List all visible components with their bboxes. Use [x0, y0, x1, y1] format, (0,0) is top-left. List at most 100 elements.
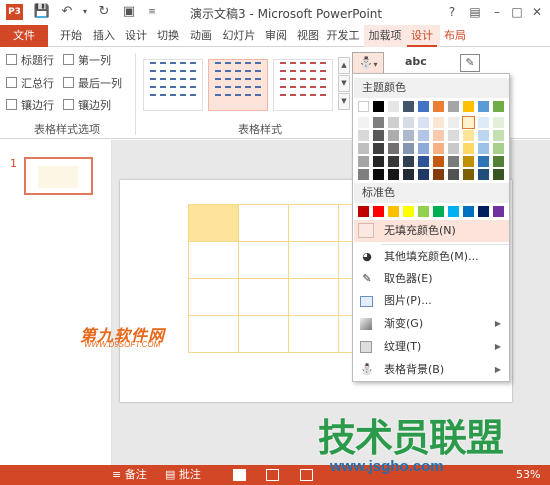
- theme-shade-swatch[interactable]: [478, 169, 489, 180]
- theme-shade-swatch[interactable]: [433, 169, 444, 180]
- table-cell[interactable]: [188, 241, 239, 279]
- picture-menu-item[interactable]: 图片(P)...: [354, 290, 509, 312]
- theme-shade-swatch[interactable]: [463, 169, 474, 180]
- theme-shade-swatch[interactable]: [493, 143, 504, 154]
- theme-shade-swatch[interactable]: [493, 169, 504, 180]
- table-cell[interactable]: [238, 278, 289, 316]
- tab-home[interactable]: 开始: [56, 25, 86, 47]
- theme-shade-swatch[interactable]: [433, 117, 444, 128]
- tab-insert[interactable]: 插入: [89, 25, 119, 47]
- tab-transitions[interactable]: 切换: [153, 25, 183, 47]
- theme-shade-swatch[interactable]: [463, 130, 474, 141]
- table-cell[interactable]: [288, 315, 339, 353]
- standard-color-swatch[interactable]: [373, 206, 384, 217]
- theme-shade-swatch[interactable]: [478, 156, 489, 167]
- theme-shade-swatch[interactable]: [358, 156, 369, 167]
- draw-table-icon[interactable]: ✎: [460, 54, 480, 72]
- theme-shade-swatch[interactable]: [373, 130, 384, 141]
- theme-shade-swatch[interactable]: [373, 143, 384, 154]
- theme-shade-swatch[interactable]: [418, 143, 429, 154]
- table-style-option[interactable]: [143, 59, 203, 111]
- theme-shade-swatch[interactable]: [448, 143, 459, 154]
- banded-columns-checkbox[interactable]: 镶边列: [63, 98, 111, 114]
- theme-color-swatch[interactable]: [478, 101, 489, 112]
- theme-shade-swatch[interactable]: [373, 117, 384, 128]
- slide-sorter-icon[interactable]: [266, 469, 279, 481]
- theme-shade-swatch[interactable]: [478, 130, 489, 141]
- table-background-menu-item[interactable]: ⛄ 表格背景(B) ▶: [354, 359, 509, 381]
- theme-color-swatch[interactable]: [433, 101, 444, 112]
- theme-shade-swatch[interactable]: [478, 143, 489, 154]
- theme-shade-swatch[interactable]: [403, 143, 414, 154]
- gradient-menu-item[interactable]: 渐变(G) ▶: [354, 313, 509, 335]
- tab-file[interactable]: 文件: [0, 25, 48, 47]
- tab-developer[interactable]: 开发工: [324, 25, 362, 47]
- help-icon[interactable]: ?: [443, 3, 461, 21]
- ribbon-display-icon[interactable]: ▤: [466, 3, 484, 21]
- standard-color-swatch[interactable]: [463, 206, 474, 217]
- theme-shade-swatch[interactable]: [433, 130, 444, 141]
- header-row-checkbox[interactable]: 标题行: [6, 53, 54, 69]
- standard-color-swatch[interactable]: [433, 206, 444, 217]
- tab-table-layout[interactable]: 布局: [440, 25, 470, 47]
- theme-shade-swatch[interactable]: [388, 169, 399, 180]
- shading-button[interactable]: ⛄▾: [352, 52, 384, 74]
- theme-shade-swatch[interactable]: [493, 156, 504, 167]
- standard-color-swatch[interactable]: [418, 206, 429, 217]
- theme-color-swatch[interactable]: [388, 101, 399, 112]
- standard-color-swatch[interactable]: [358, 206, 369, 217]
- gallery-scroll-up[interactable]: ▲: [338, 57, 350, 74]
- theme-color-swatch[interactable]: [373, 101, 384, 112]
- more-fill-colors-menu-item[interactable]: ◕ 其他填充颜色(M)...: [354, 246, 509, 268]
- redo-icon[interactable]: ↻: [95, 3, 113, 21]
- theme-shade-swatch[interactable]: [448, 130, 459, 141]
- tab-addins[interactable]: 加载项: [365, 25, 405, 47]
- gallery-scroll-down[interactable]: ▼: [338, 75, 350, 92]
- theme-shade-swatch[interactable]: [448, 117, 459, 128]
- theme-shade-swatch[interactable]: [493, 117, 504, 128]
- table-cell[interactable]: [188, 204, 239, 242]
- theme-color-swatch[interactable]: [418, 101, 429, 112]
- close-icon[interactable]: ✕: [528, 3, 546, 21]
- theme-shade-swatch[interactable]: [433, 156, 444, 167]
- comments-button[interactable]: ▤ 批注: [165, 465, 201, 485]
- theme-shade-swatch[interactable]: [478, 117, 489, 128]
- powerpoint-app-icon[interactable]: P3: [6, 4, 23, 20]
- tab-slideshow[interactable]: 幻灯片: [218, 25, 260, 47]
- table-cell[interactable]: [238, 204, 289, 242]
- table-cell[interactable]: [238, 315, 289, 353]
- undo-icon[interactable]: ↶: [58, 3, 76, 21]
- theme-shade-swatch[interactable]: [463, 143, 474, 154]
- notes-button[interactable]: ≡ 备注: [112, 465, 147, 485]
- no-fill-menu-item[interactable]: 无填充颜色(N): [354, 220, 509, 242]
- theme-shade-swatch[interactable]: [493, 130, 504, 141]
- texture-menu-item[interactable]: 纹理(T) ▶: [354, 336, 509, 358]
- table-cell[interactable]: [238, 241, 289, 279]
- theme-shade-swatch[interactable]: [462, 116, 475, 129]
- zoom-level[interactable]: 53%: [516, 465, 540, 485]
- standard-color-swatch[interactable]: [403, 206, 414, 217]
- tab-review[interactable]: 审阅: [261, 25, 291, 47]
- theme-color-swatch[interactable]: [358, 101, 369, 112]
- theme-shade-swatch[interactable]: [448, 156, 459, 167]
- minimize-icon[interactable]: –: [488, 3, 506, 21]
- theme-shade-swatch[interactable]: [388, 117, 399, 128]
- last-column-checkbox[interactable]: 最后一列: [63, 76, 122, 92]
- undo-dropdown-icon[interactable]: ▾: [76, 3, 94, 21]
- wordart-quick-styles[interactable]: abc: [405, 55, 427, 68]
- standard-color-swatch[interactable]: [448, 206, 459, 217]
- theme-shade-swatch[interactable]: [418, 130, 429, 141]
- banded-rows-checkbox[interactable]: 镶边行: [6, 98, 54, 114]
- theme-shade-swatch[interactable]: [418, 156, 429, 167]
- theme-shade-swatch[interactable]: [358, 117, 369, 128]
- table-style-option[interactable]: [273, 59, 333, 111]
- theme-shade-swatch[interactable]: [403, 130, 414, 141]
- tab-table-design[interactable]: 设计: [407, 25, 437, 47]
- standard-color-swatch[interactable]: [388, 206, 399, 217]
- theme-color-swatch[interactable]: [448, 101, 459, 112]
- theme-shade-swatch[interactable]: [403, 117, 414, 128]
- reading-view-icon[interactable]: [300, 469, 313, 481]
- theme-shade-swatch[interactable]: [388, 130, 399, 141]
- table-style-option-selected[interactable]: [208, 59, 268, 111]
- first-column-checkbox[interactable]: 第一列: [63, 53, 111, 69]
